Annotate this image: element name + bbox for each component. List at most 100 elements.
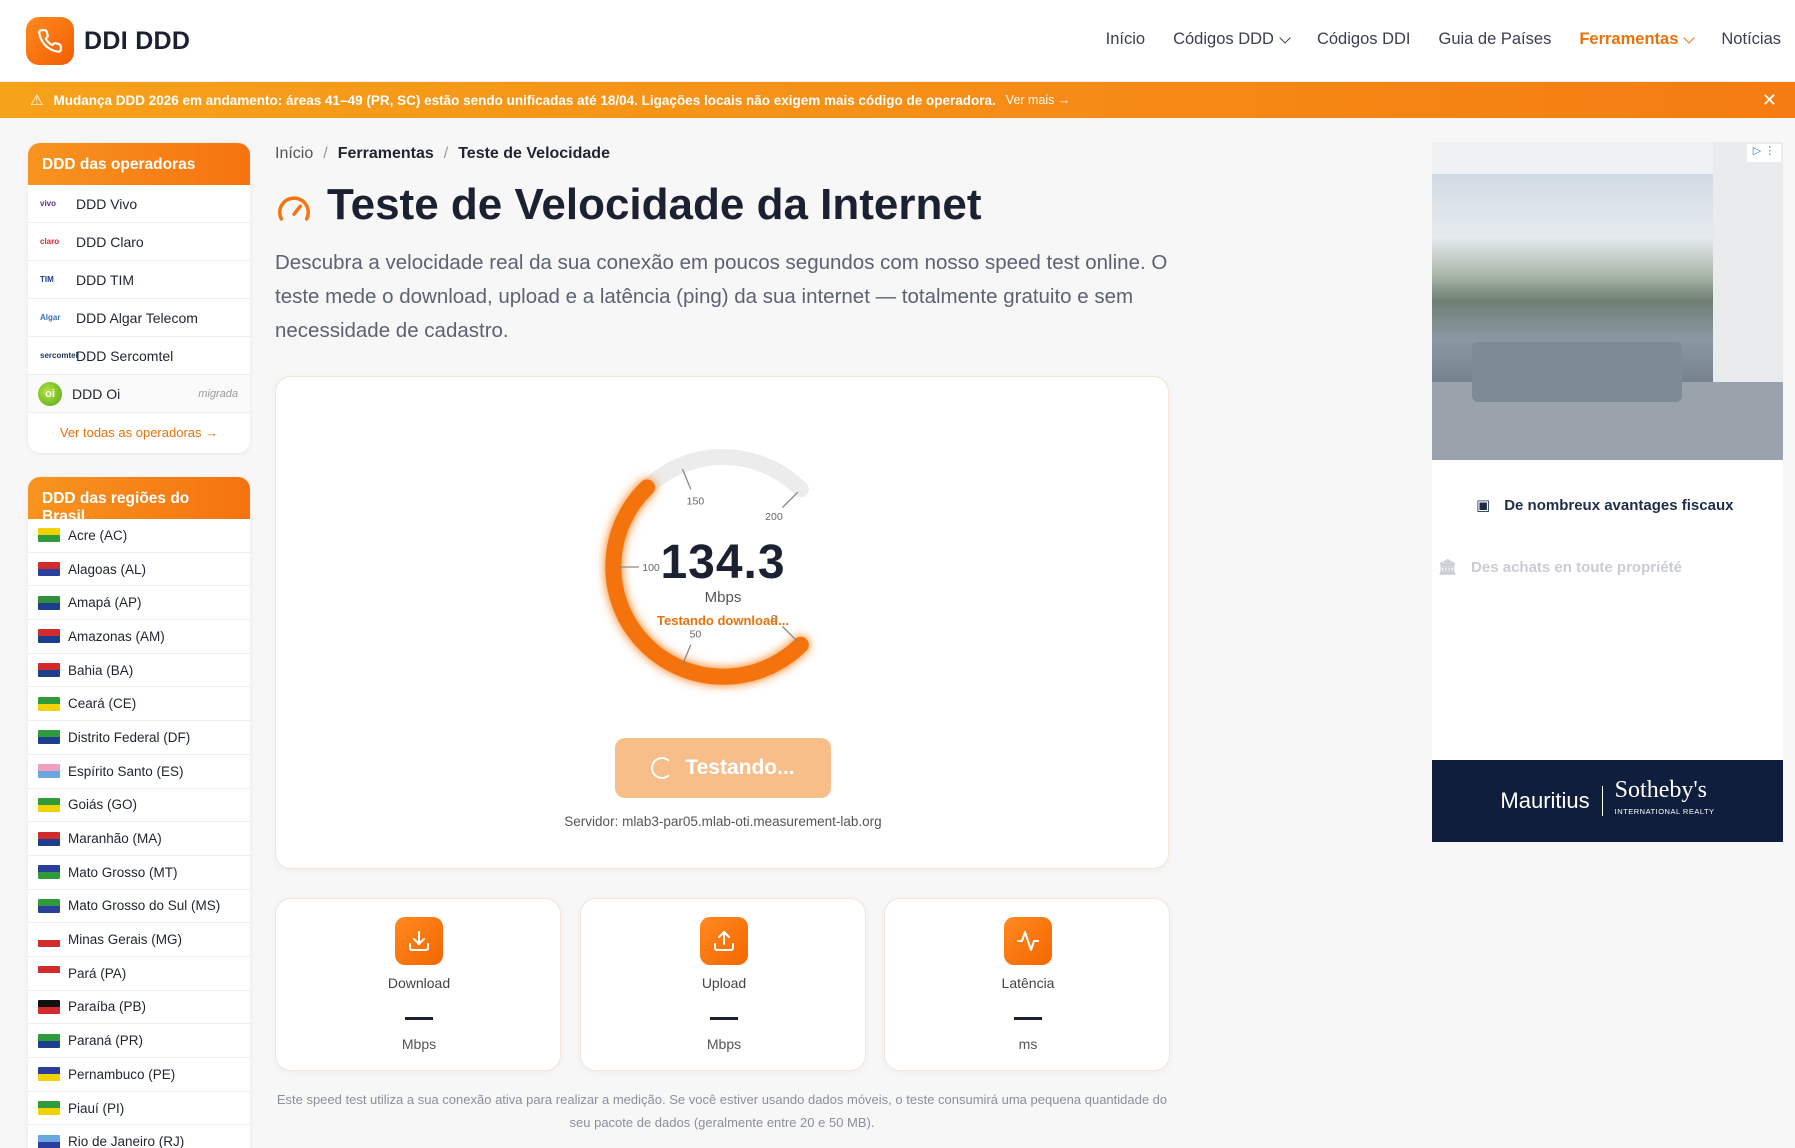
operator-label: DDD Algar Telecom [76,309,198,326]
region-item[interactable]: Minas Gerais (MG) [28,923,250,957]
operators-title: DDD das operadoras [28,143,250,185]
region-label: Minas Gerais (MG) [68,932,183,948]
operators-card: DDD das operadoras vivo DDD Vivo claro DDD … [28,143,250,453]
region-item[interactable]: Paraná (PR) [28,1024,250,1058]
gauge-tick-label: 150 [687,495,705,507]
stat-unit: ms [1018,1036,1038,1052]
flag-icon [38,831,60,846]
latency-stat-card: Latência ms [884,898,1170,1071]
stat-value-empty [405,1017,433,1020]
region-item[interactable]: Ceará (CE) [28,687,250,722]
flag-icon [38,999,60,1014]
speed-unit: Mbps [704,589,742,606]
operator-item[interactable]: Algar DDD Algar Telecom [28,299,250,337]
operator-label: DDD Oi [72,385,121,402]
region-label: Amapá (AP) [68,595,142,611]
flag-icon [38,898,60,913]
breadcrumb-home[interactable]: Início [275,145,313,163]
flag-icon [38,1101,60,1116]
flag-icon [38,865,60,880]
regions-card: DDD das regiões do Brasil Acre (AC) Alago… [28,477,250,1148]
operator-item[interactable]: sercomtel DDD Sercomtel [28,337,250,375]
ad-line-2: 🏛 Des achats en toute propriété [1438,558,1682,577]
operator-item[interactable]: claro DDD Claro [28,223,250,261]
stat-label: Download [387,975,451,991]
region-label: Pernambuco (PE) [68,1066,176,1082]
operator-label: DDD Vivo [76,195,138,212]
gauge-tick-label: 200 [765,511,783,523]
regions-title: DDD das regiões do Brasil [28,477,250,525]
operator-item[interactable]: TIM DDD TIM [28,261,250,299]
ad-brand-a: Mauritius [1500,788,1590,813]
region-item[interactable]: Mato Grosso (MT) [28,856,250,890]
region-item[interactable]: Pará (PA) [28,957,250,991]
ad-choices-icon[interactable]: ▷ ⋮ [1747,144,1781,162]
region-item[interactable]: Goiás (GO) [28,789,250,823]
nav-guia-paises[interactable]: Guia de Países [1439,30,1552,49]
region-item[interactable]: Distrito Federal (DF) [28,721,250,755]
operator-item[interactable]: vivo DDD Vivo [28,185,250,223]
site-header: DDI DDD Início Códigos DDD Códigos DDI G… [0,0,1795,82]
breadcrumb-section[interactable]: Ferramentas [338,145,434,163]
region-item[interactable]: Amazonas (AM) [28,620,250,654]
flag-icon [38,562,60,577]
chevron-down-icon [1683,31,1696,44]
region-label: Amazonas (AM) [68,628,165,644]
phone-logo-icon[interactable] [26,17,74,65]
page-title: Teste de Velocidade da Internet [327,180,982,229]
banner-more-link[interactable]: Ver mais → [1006,93,1071,107]
nav-ferramentas[interactable]: Ferramentas [1579,30,1696,49]
flag-icon [38,764,60,779]
nav-label: Notícias [1721,30,1781,48]
advertisement[interactable]: ▷ ⋮ ▣ De nombreux avantages fiscaux 🏛 Des … [1432,142,1783,842]
server-info: Servidor: mlab3-par05.mlab-oti.measureme… [564,814,882,829]
region-label: Paraíba (PB) [68,999,147,1015]
test-status: Testando download... [657,613,789,628]
region-label: Ceará (CE) [68,696,137,712]
region-label: Pará (PA) [68,965,127,981]
flag-icon [38,629,60,644]
flag-icon [38,730,60,745]
close-icon[interactable]: ✕ [1762,90,1777,111]
flag-icon [38,663,60,678]
region-item[interactable]: Alagoas (AL) [28,553,250,587]
region-label: Mato Grosso do Sul (MS) [68,898,221,914]
region-label: Goiás (GO) [68,797,138,813]
breadcrumb-separator: / [323,145,328,162]
operator-item[interactable]: oi DDD Oi migrada [28,375,250,413]
region-item[interactable]: Maranhão (MA) [28,822,250,856]
breadcrumb-separator: / [443,145,449,162]
region-item[interactable]: Mato Grosso do Sul (MS) [28,890,250,924]
upload-stat-card: Upload Mbps [580,898,866,1071]
warning-icon: ⚠ [30,92,44,109]
nav-codigos-ddd[interactable]: Códigos DDD [1173,30,1291,49]
nav-label: Códigos DDI [1316,30,1411,48]
region-item[interactable]: Espírito Santo (ES) [28,755,250,789]
main-nav: Início Códigos DDD Códigos DDI Guia de P… [1106,30,1781,49]
nav-label: Códigos DDD [1173,30,1274,48]
nav-noticias[interactable]: Notícias [1721,30,1781,49]
ad-brand-bar: Mauritius Sotheby's INTERNATIONAL REALTY [1432,760,1783,842]
speed-meter-card: 0 50 100 150 200 134.3 Mbps Testando downloa… [275,376,1169,869]
button-label: Testando... [685,756,795,779]
bank-icon: 🏛 [1438,559,1458,576]
breadcrumb-current: Teste de Velocidade [458,145,610,162]
start-test-button[interactable]: Testando... [615,738,831,798]
nav-codigos-ddi[interactable]: Códigos DDI [1317,30,1411,49]
nav-label: Guia de Países [1438,30,1552,48]
brand-name[interactable]: DDI DDD [84,27,190,56]
upload-icon [700,917,748,965]
region-item[interactable]: Paraíba (PB) [28,991,250,1025]
region-item[interactable]: Bahia (BA) [28,654,250,688]
ad-brand-sub: INTERNATIONAL REALTY [1614,807,1715,816]
region-item[interactable]: Pernambuco (PE) [28,1058,250,1092]
nav-inicio[interactable]: Início [1106,30,1145,49]
region-item[interactable]: Rio de Janeiro (RJ) [28,1125,250,1148]
region-item[interactable]: Piauí (PI) [28,1092,250,1126]
banner-text: Mudança DDD 2026 em andamento: áreas 41–… [53,92,996,108]
download-stat-card: Download Mbps [275,898,561,1071]
see-all-operators-link[interactable]: Ver todas as operadoras → [28,413,250,453]
operator-logo: sercomtel [40,351,78,360]
region-label: Espírito Santo (ES) [68,763,184,779]
region-item[interactable]: Amapá (AP) [28,586,250,621]
